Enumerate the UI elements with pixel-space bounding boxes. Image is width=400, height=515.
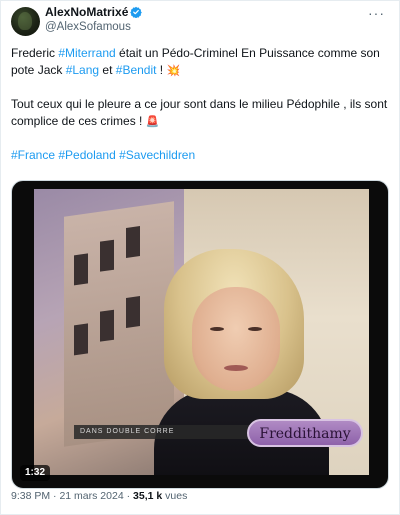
hashtag-link[interactable]: #France xyxy=(11,148,55,162)
author-handle[interactable]: @AlexSofamous xyxy=(45,20,142,35)
tweet-header: AlexNoMatrixé @AlexSofamous ··· xyxy=(11,1,389,45)
text-segment: Frederic xyxy=(11,46,59,60)
verified-badge-icon xyxy=(130,6,143,18)
hashtag-link[interactable]: #Lang xyxy=(66,63,99,77)
tweet-date[interactable]: 21 mars 2024 xyxy=(59,490,123,502)
tweet-text: Frederic #Miterrand était un Pédo-Crimin… xyxy=(11,45,389,164)
video-player[interactable]: DANS DOUBLE CORRE Freddithamy 1:32 xyxy=(11,180,389,489)
video-frame[interactable]: DANS DOUBLE CORRE Freddithamy xyxy=(34,189,369,475)
tweet-card: AlexNoMatrixé @AlexSofamous ··· Frederic… xyxy=(0,0,400,515)
tweet-time[interactable]: 9:38 PM xyxy=(11,490,50,502)
author-display-name[interactable]: AlexNoMatrixé xyxy=(45,5,128,19)
video-background-text xyxy=(231,199,361,221)
tweet-meta: 9:38 PM · 21 mars 2024 · 35,1 k vues xyxy=(11,489,187,503)
text-segment: ! xyxy=(156,63,167,77)
views-count: 35,1 k xyxy=(133,490,163,502)
author-display-name-row[interactable]: AlexNoMatrixé xyxy=(45,5,143,20)
text-segment: et xyxy=(99,63,116,77)
meta-separator: · xyxy=(123,490,134,502)
tweet-paragraph-2: Tout ceux qui le pleure a ce jour sont d… xyxy=(11,96,389,131)
text-segment: Tout ceux qui le pleure a ce jour sont d… xyxy=(11,97,388,128)
video-duration-badge: 1:32 xyxy=(20,465,51,481)
rotating-light-emoji-icon: 🚨 xyxy=(145,116,160,128)
tweet-hashtags: #France #Pedoland #Savechildren xyxy=(11,147,389,164)
video-watermark: Freddithamy xyxy=(247,419,363,447)
collision-emoji-icon: 💥 xyxy=(166,65,181,77)
hashtag-link[interactable]: #Bendit xyxy=(116,63,157,77)
views-label: vues xyxy=(162,490,188,502)
more-options-icon[interactable]: ··· xyxy=(368,5,385,21)
hashtag-link[interactable]: #Savechildren xyxy=(119,148,195,162)
hashtag-link[interactable]: #Pedoland xyxy=(58,148,115,162)
hashtag-link[interactable]: #Miterrand xyxy=(58,46,115,60)
avatar[interactable] xyxy=(11,7,40,36)
tweet-paragraph-1: Frederic #Miterrand était un Pédo-Crimin… xyxy=(11,45,389,80)
author-names: AlexNoMatrixé @AlexSofamous xyxy=(45,5,143,35)
